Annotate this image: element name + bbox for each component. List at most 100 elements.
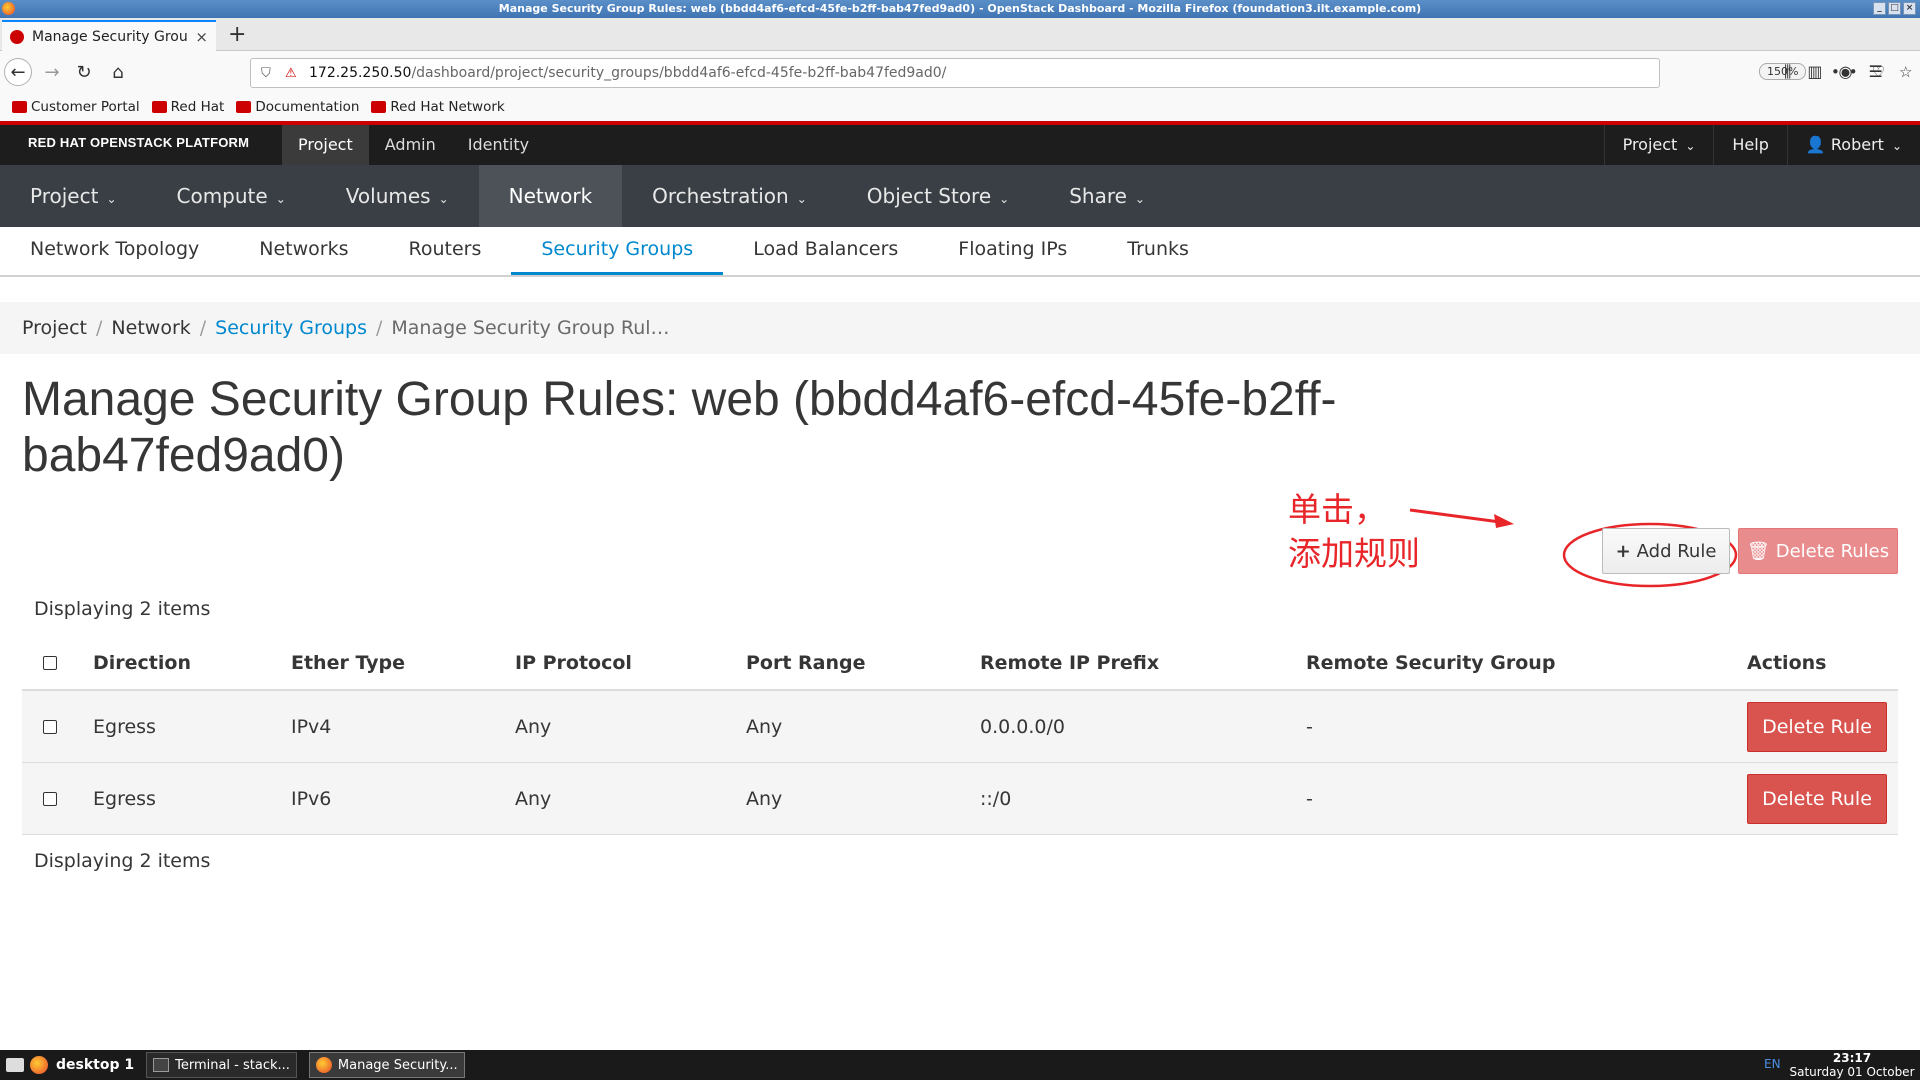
chevron-down-icon: ⌄ — [999, 192, 1010, 206]
subnav-routers[interactable]: Routers — [379, 227, 512, 275]
tab-strip: Manage Security Group Rules: web × + — [0, 18, 1920, 51]
navigation-toolbar: ← → ↻ ⌂ ⛉ ⚠ 172.25.250.50/dashboard/proj… — [0, 51, 1920, 93]
column-port-range[interactable]: Port Range — [746, 652, 980, 674]
item-count-top: Displaying 2 items — [34, 598, 211, 620]
bookmark-documentation[interactable]: Documentation — [236, 99, 359, 115]
masthead-tabs: Project Admin Identity — [282, 125, 545, 165]
annotation-line1: 单击， — [1288, 490, 1387, 529]
brand-logo[interactable]: RED HAT OPENSTACK PLATFORM — [28, 135, 249, 150]
insecure-lock-icon[interactable]: ⚠ — [285, 66, 303, 81]
masthead-right: Project ⌄ Help 👤 Robert ⌄ — [1603, 125, 1920, 165]
chevron-down-icon: ⌄ — [796, 192, 807, 206]
reload-button[interactable]: ↻ — [70, 58, 98, 86]
cell-ip-protocol: Any — [515, 787, 552, 810]
bookmark-star-icon[interactable]: ☆ — [1899, 63, 1912, 81]
desktop-label[interactable]: desktop 1 — [56, 1057, 134, 1073]
delete-rule-button[interactable]: Delete Rule — [1747, 701, 1887, 752]
close-window-button[interactable]: × — [1903, 2, 1916, 15]
browser-tab[interactable]: Manage Security Group Rules: web × — [2, 20, 216, 51]
url-bar[interactable]: ⛉ ⚠ 172.25.250.50/dashboard/project/secu… — [250, 58, 1912, 88]
clock[interactable]: 23:17 Saturday 01 October — [1788, 1051, 1916, 1079]
home-button[interactable]: ⌂ — [104, 58, 132, 86]
clock-date: Saturday 01 October — [1789, 1065, 1915, 1079]
chevron-down-icon: ⌄ — [106, 192, 117, 206]
nav-orchestration[interactable]: Orchestration ⌄ — [622, 165, 837, 227]
subnav-security-groups[interactable]: Security Groups — [511, 227, 724, 275]
subnav-trunks[interactable]: Trunks — [1097, 227, 1219, 275]
column-direction[interactable]: Direction — [93, 652, 291, 674]
subnav-floating-ips[interactable]: Floating IPs — [928, 227, 1097, 275]
cell-port-range: Any — [746, 787, 783, 810]
breadcrumb-network: Network — [111, 317, 191, 339]
page-title-line1: Manage Security Group Rules: web (bbdd4a… — [22, 373, 1337, 426]
new-tab-button[interactable]: + — [228, 22, 246, 48]
project-dropdown[interactable]: Project ⌄ — [1603, 125, 1714, 165]
close-tab-icon[interactable]: × — [195, 28, 208, 46]
row-checkbox[interactable] — [43, 719, 57, 734]
sidebar-icon[interactable]: ▥ — [1807, 62, 1822, 82]
chevron-down-icon: ⌄ — [275, 192, 286, 206]
column-actions: Actions — [1747, 652, 1827, 674]
redhat-favicon-icon — [10, 29, 24, 44]
nav-network[interactable]: Network — [478, 165, 623, 227]
masthead-tab-project[interactable]: Project — [282, 125, 369, 165]
cell-remote-security-group: - — [1306, 715, 1313, 738]
bookmark-red-hat-network[interactable]: Red Hat Network — [371, 99, 505, 115]
masthead-tab-admin[interactable]: Admin — [369, 125, 452, 165]
cell-remote-ip-prefix: 0.0.0.0/0 — [980, 715, 1065, 738]
breadcrumb-separator: / — [96, 317, 103, 339]
cell-ether-type: IPv6 — [291, 787, 332, 810]
row-checkbox[interactable] — [43, 791, 57, 806]
cell-ether-type: IPv4 — [291, 715, 332, 738]
minimize-button[interactable]: _ — [1873, 2, 1886, 15]
column-remote-ip-prefix[interactable]: Remote IP Prefix — [980, 652, 1306, 674]
column-remote-security-group[interactable]: Remote Security Group — [1306, 652, 1747, 674]
account-icon[interactable]: ◉ — [1839, 62, 1853, 82]
cell-remote-ip-prefix: ::/0 — [980, 787, 1012, 810]
select-all-checkbox[interactable] — [43, 656, 57, 670]
delete-rule-button[interactable]: Delete Rule — [1747, 773, 1887, 824]
redhat-icon — [371, 101, 387, 113]
subnav-load-balancers[interactable]: Load Balancers — [723, 227, 928, 275]
plus-icon: + — [1615, 540, 1631, 562]
keyboard-layout[interactable]: EN — [1764, 1057, 1781, 1071]
bookmarks-toolbar: Customer Portal Red Hat Documentation Re… — [0, 93, 1920, 121]
nav-volumes[interactable]: Volumes ⌄ — [316, 165, 479, 227]
redhat-icon — [151, 101, 167, 113]
subnav-network-topology[interactable]: Network Topology — [0, 227, 229, 275]
show-desktop-icon[interactable] — [6, 1058, 24, 1072]
user-dropdown[interactable]: 👤 Robert ⌄ — [1786, 125, 1920, 165]
chevron-down-icon: ⌄ — [1134, 192, 1145, 206]
add-rule-button[interactable]: + Add Rule — [1602, 528, 1730, 574]
tracking-shield-icon[interactable]: ⛉ — [261, 66, 277, 81]
breadcrumb-separator: / — [375, 317, 383, 339]
delete-rules-button[interactable]: 🗑 Delete Rules — [1738, 528, 1898, 574]
window-titlebar: Manage Security Group Rules: web (bbdd4a… — [0, 0, 1920, 18]
column-ip-protocol[interactable]: IP Protocol — [515, 652, 746, 674]
breadcrumb: Project / Network / Security Groups / Ma… — [0, 302, 1920, 354]
breadcrumb-project: Project — [22, 317, 88, 339]
bookmark-customer-portal[interactable]: Customer Portal — [12, 99, 140, 115]
library-icon[interactable]: ⫼ — [1784, 62, 1791, 82]
toolbar-right-icons: ⫼ ▥ ◉ ☰ — [1784, 62, 1883, 82]
help-link[interactable]: Help — [1713, 125, 1786, 165]
forward-button[interactable]: → — [38, 58, 66, 86]
menu-icon[interactable]: ☰ — [1868, 62, 1882, 82]
nav-compute[interactable]: Compute ⌄ — [147, 165, 316, 227]
subnav-networks[interactable]: Networks — [229, 227, 378, 275]
taskbar-firefox[interactable]: Manage Security... — [308, 1052, 465, 1078]
taskbar-terminal[interactable]: Terminal - stack... — [146, 1052, 297, 1078]
breadcrumb-security-groups[interactable]: Security Groups — [215, 317, 367, 339]
masthead-tab-identity[interactable]: Identity — [452, 125, 545, 165]
url-path: /dashboard/project/security_groups/bbdd4… — [411, 65, 947, 81]
nav-project[interactable]: Project ⌄ — [0, 165, 147, 227]
nav-object-store[interactable]: Object Store ⌄ — [837, 165, 1039, 227]
bookmark-red-hat[interactable]: Red Hat — [151, 99, 224, 115]
maximize-button[interactable]: □ — [1888, 2, 1901, 15]
nav-share[interactable]: Share ⌄ — [1039, 165, 1175, 227]
firefox-launcher-icon[interactable] — [30, 1056, 48, 1074]
back-button[interactable]: ← — [4, 58, 32, 86]
page-title-line2: bab47fed9ad0) — [22, 429, 345, 482]
chevron-down-icon: ⌄ — [1685, 139, 1696, 153]
column-ether-type[interactable]: Ether Type — [291, 652, 515, 674]
